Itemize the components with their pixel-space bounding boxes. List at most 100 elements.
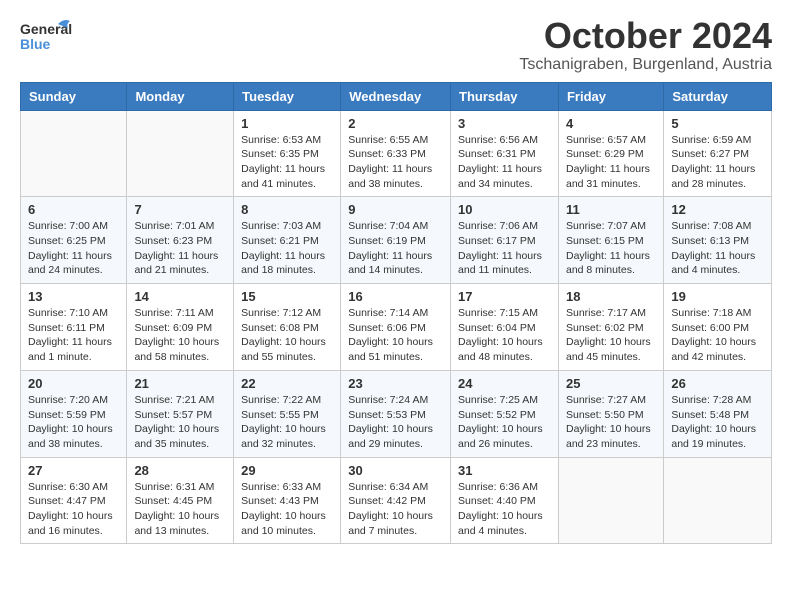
calendar-cell: 19 Sunrise: 7:18 AM Sunset: 6:00 PM Dayl… <box>664 284 772 371</box>
day-number: 29 <box>241 463 333 478</box>
logo-icon: General Blue <box>20 16 72 61</box>
calendar-cell: 29 Sunrise: 6:33 AM Sunset: 4:43 PM Dayl… <box>234 457 341 544</box>
calendar-cell: 7 Sunrise: 7:01 AM Sunset: 6:23 PM Dayli… <box>127 197 234 284</box>
day-info: Sunrise: 7:22 AM Sunset: 5:55 PM Dayligh… <box>241 393 333 452</box>
day-number: 20 <box>28 376 119 391</box>
calendar-cell: 13 Sunrise: 7:10 AM Sunset: 6:11 PM Dayl… <box>21 284 127 371</box>
day-number: 13 <box>28 289 119 304</box>
calendar-cell: 6 Sunrise: 7:00 AM Sunset: 6:25 PM Dayli… <box>21 197 127 284</box>
day-number: 28 <box>134 463 226 478</box>
weekday-header-sunday: Sunday <box>21 82 127 110</box>
day-number: 22 <box>241 376 333 391</box>
weekday-header-tuesday: Tuesday <box>234 82 341 110</box>
day-info: Sunrise: 7:10 AM Sunset: 6:11 PM Dayligh… <box>28 306 119 365</box>
day-number: 24 <box>458 376 551 391</box>
day-info: Sunrise: 7:07 AM Sunset: 6:15 PM Dayligh… <box>566 219 656 278</box>
day-number: 4 <box>566 116 656 131</box>
day-number: 16 <box>348 289 443 304</box>
calendar-cell: 12 Sunrise: 7:08 AM Sunset: 6:13 PM Dayl… <box>664 197 772 284</box>
weekday-header-saturday: Saturday <box>664 82 772 110</box>
day-number: 2 <box>348 116 443 131</box>
day-info: Sunrise: 6:31 AM Sunset: 4:45 PM Dayligh… <box>134 480 226 539</box>
day-info: Sunrise: 7:06 AM Sunset: 6:17 PM Dayligh… <box>458 219 551 278</box>
calendar-week-1: 1 Sunrise: 6:53 AM Sunset: 6:35 PM Dayli… <box>21 110 772 197</box>
calendar-cell: 5 Sunrise: 6:59 AM Sunset: 6:27 PM Dayli… <box>664 110 772 197</box>
calendar-cell: 3 Sunrise: 6:56 AM Sunset: 6:31 PM Dayli… <box>451 110 559 197</box>
day-number: 11 <box>566 202 656 217</box>
day-number: 26 <box>671 376 764 391</box>
day-number: 10 <box>458 202 551 217</box>
calendar-cell <box>558 457 663 544</box>
day-info: Sunrise: 7:25 AM Sunset: 5:52 PM Dayligh… <box>458 393 551 452</box>
calendar-cell: 10 Sunrise: 7:06 AM Sunset: 6:17 PM Dayl… <box>451 197 559 284</box>
day-number: 6 <box>28 202 119 217</box>
day-info: Sunrise: 6:30 AM Sunset: 4:47 PM Dayligh… <box>28 480 119 539</box>
day-info: Sunrise: 7:21 AM Sunset: 5:57 PM Dayligh… <box>134 393 226 452</box>
calendar-cell: 24 Sunrise: 7:25 AM Sunset: 5:52 PM Dayl… <box>451 370 559 457</box>
day-number: 5 <box>671 116 764 131</box>
day-info: Sunrise: 7:27 AM Sunset: 5:50 PM Dayligh… <box>566 393 656 452</box>
day-number: 17 <box>458 289 551 304</box>
day-info: Sunrise: 6:33 AM Sunset: 4:43 PM Dayligh… <box>241 480 333 539</box>
day-info: Sunrise: 7:00 AM Sunset: 6:25 PM Dayligh… <box>28 219 119 278</box>
day-info: Sunrise: 6:36 AM Sunset: 4:40 PM Dayligh… <box>458 480 551 539</box>
day-info: Sunrise: 7:17 AM Sunset: 6:02 PM Dayligh… <box>566 306 656 365</box>
weekday-header-thursday: Thursday <box>451 82 559 110</box>
day-number: 14 <box>134 289 226 304</box>
calendar-cell: 11 Sunrise: 7:07 AM Sunset: 6:15 PM Dayl… <box>558 197 663 284</box>
calendar-table: SundayMondayTuesdayWednesdayThursdayFrid… <box>20 82 772 545</box>
day-info: Sunrise: 7:01 AM Sunset: 6:23 PM Dayligh… <box>134 219 226 278</box>
day-number: 27 <box>28 463 119 478</box>
calendar-cell: 14 Sunrise: 7:11 AM Sunset: 6:09 PM Dayl… <box>127 284 234 371</box>
day-number: 25 <box>566 376 656 391</box>
day-info: Sunrise: 6:56 AM Sunset: 6:31 PM Dayligh… <box>458 133 551 192</box>
weekday-header-monday: Monday <box>127 82 234 110</box>
calendar-cell: 9 Sunrise: 7:04 AM Sunset: 6:19 PM Dayli… <box>341 197 451 284</box>
day-number: 7 <box>134 202 226 217</box>
calendar-cell: 4 Sunrise: 6:57 AM Sunset: 6:29 PM Dayli… <box>558 110 663 197</box>
day-info: Sunrise: 6:34 AM Sunset: 4:42 PM Dayligh… <box>348 480 443 539</box>
weekday-header-friday: Friday <box>558 82 663 110</box>
calendar-cell: 15 Sunrise: 7:12 AM Sunset: 6:08 PM Dayl… <box>234 284 341 371</box>
day-info: Sunrise: 7:11 AM Sunset: 6:09 PM Dayligh… <box>134 306 226 365</box>
day-info: Sunrise: 7:04 AM Sunset: 6:19 PM Dayligh… <box>348 219 443 278</box>
calendar-week-2: 6 Sunrise: 7:00 AM Sunset: 6:25 PM Dayli… <box>21 197 772 284</box>
day-info: Sunrise: 7:03 AM Sunset: 6:21 PM Dayligh… <box>241 219 333 278</box>
day-info: Sunrise: 6:53 AM Sunset: 6:35 PM Dayligh… <box>241 133 333 192</box>
month-title: October 2024 <box>519 16 772 56</box>
weekday-header-row: SundayMondayTuesdayWednesdayThursdayFrid… <box>21 82 772 110</box>
calendar-cell <box>127 110 234 197</box>
location-subtitle: Tschanigraben, Burgenland, Austria <box>519 56 772 74</box>
calendar-cell: 27 Sunrise: 6:30 AM Sunset: 4:47 PM Dayl… <box>21 457 127 544</box>
calendar-cell: 23 Sunrise: 7:24 AM Sunset: 5:53 PM Dayl… <box>341 370 451 457</box>
day-number: 18 <box>566 289 656 304</box>
calendar-cell <box>664 457 772 544</box>
day-number: 31 <box>458 463 551 478</box>
calendar-cell: 26 Sunrise: 7:28 AM Sunset: 5:48 PM Dayl… <box>664 370 772 457</box>
calendar-week-5: 27 Sunrise: 6:30 AM Sunset: 4:47 PM Dayl… <box>21 457 772 544</box>
day-info: Sunrise: 7:12 AM Sunset: 6:08 PM Dayligh… <box>241 306 333 365</box>
day-info: Sunrise: 6:55 AM Sunset: 6:33 PM Dayligh… <box>348 133 443 192</box>
calendar-cell: 2 Sunrise: 6:55 AM Sunset: 6:33 PM Dayli… <box>341 110 451 197</box>
day-number: 30 <box>348 463 443 478</box>
day-number: 12 <box>671 202 764 217</box>
calendar-cell: 22 Sunrise: 7:22 AM Sunset: 5:55 PM Dayl… <box>234 370 341 457</box>
day-info: Sunrise: 7:14 AM Sunset: 6:06 PM Dayligh… <box>348 306 443 365</box>
day-info: Sunrise: 7:18 AM Sunset: 6:00 PM Dayligh… <box>671 306 764 365</box>
day-number: 21 <box>134 376 226 391</box>
calendar-week-3: 13 Sunrise: 7:10 AM Sunset: 6:11 PM Dayl… <box>21 284 772 371</box>
day-info: Sunrise: 6:57 AM Sunset: 6:29 PM Dayligh… <box>566 133 656 192</box>
day-info: Sunrise: 7:15 AM Sunset: 6:04 PM Dayligh… <box>458 306 551 365</box>
day-number: 19 <box>671 289 764 304</box>
calendar-cell <box>21 110 127 197</box>
calendar-cell: 25 Sunrise: 7:27 AM Sunset: 5:50 PM Dayl… <box>558 370 663 457</box>
calendar-cell: 18 Sunrise: 7:17 AM Sunset: 6:02 PM Dayl… <box>558 284 663 371</box>
day-number: 23 <box>348 376 443 391</box>
day-number: 8 <box>241 202 333 217</box>
calendar-cell: 16 Sunrise: 7:14 AM Sunset: 6:06 PM Dayl… <box>341 284 451 371</box>
calendar-cell: 17 Sunrise: 7:15 AM Sunset: 6:04 PM Dayl… <box>451 284 559 371</box>
day-info: Sunrise: 7:24 AM Sunset: 5:53 PM Dayligh… <box>348 393 443 452</box>
svg-text:Blue: Blue <box>20 36 51 52</box>
calendar-cell: 30 Sunrise: 6:34 AM Sunset: 4:42 PM Dayl… <box>341 457 451 544</box>
calendar-cell: 8 Sunrise: 7:03 AM Sunset: 6:21 PM Dayli… <box>234 197 341 284</box>
